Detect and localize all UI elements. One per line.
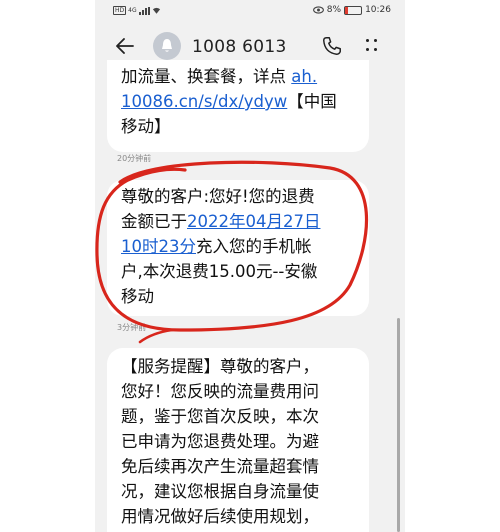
message-line: 户,本次退费15.00元--安徽 [121, 262, 318, 281]
phone-call-icon[interactable] [321, 35, 343, 57]
time-link[interactable]: 10时23分 [121, 237, 196, 256]
message-line: 移动】 [121, 117, 171, 136]
message-line: 已申请为您退费处理。为避 [121, 432, 319, 451]
message-link[interactable]: 10086.cn/s/dx/ydyw [121, 92, 287, 111]
status-right: 8% 10:26 [312, 5, 391, 15]
message-line: 况，建议您根据自身流量使 [121, 482, 319, 501]
contact-number-title: 1008 6013 [192, 37, 287, 57]
message-line: 用情况做好后续使用规划， [121, 507, 319, 526]
scrollbar[interactable] [397, 318, 400, 532]
message-bubble[interactable]: 【服务提醒】尊敬的客户， 您好！您反映的流量费用问 题，鉴于您首次反映，本次 已… [107, 348, 369, 532]
message-timestamp: 3分钟前 [117, 323, 147, 332]
message-bubble[interactable]: 加流量、换套餐，详点 ah. 10086.cn/s/dx/ydyw【中国 移动】 [107, 60, 369, 152]
message-line: 您好！您反映的流量费用问 [121, 382, 319, 401]
status-left: HD 4G [113, 6, 161, 15]
battery-icon [344, 5, 363, 15]
hd-badge: HD [113, 6, 127, 15]
message-line: 10时23分充入您的手机帐 [121, 237, 312, 256]
message-line: 题，鉴于您首次反映，本次 [121, 407, 319, 426]
contact-avatar[interactable] [153, 32, 181, 60]
message-line: 【服务提醒】尊敬的客户， [121, 357, 319, 376]
more-options-icon[interactable] [365, 37, 379, 55]
message-bubble[interactable]: 尊敬的客户:您好!您的退费 金额已于2022年04月27日 10时23分充入您的… [107, 180, 369, 316]
eye-icon [312, 6, 324, 14]
date-link[interactable]: 2022年04月27日 [187, 212, 320, 231]
message-link[interactable]: ah. [291, 67, 317, 86]
status-bar: HD 4G 8% 10:26 [95, 0, 405, 24]
sms-conversation-screen: HD 4G 8% 10:26 1008 6013 加流量、换套餐，详点 ah. … [95, 0, 405, 532]
message-line: 10086.cn/s/dx/ydyw【中国 [121, 92, 337, 111]
back-arrow-icon[interactable] [113, 34, 137, 58]
message-line: 移动 [121, 287, 154, 306]
message-line: 金额已于2022年04月27日 [121, 212, 321, 231]
message-timestamp: 20分钟前 [117, 154, 152, 163]
message-line: 免后续再次产生流量超套情 [121, 457, 319, 476]
clock-time: 10:26 [365, 5, 391, 15]
message-line: 尊敬的客户:您好!您的退费 [121, 187, 315, 206]
message-line: 加流量、换套餐，详点 ah. [121, 67, 318, 86]
wifi-icon [152, 7, 160, 14]
signal-icon [138, 6, 150, 15]
contact-avatar-icon [162, 39, 172, 52]
battery-percent: 8% [326, 5, 342, 15]
network-label: 4G [128, 7, 137, 14]
